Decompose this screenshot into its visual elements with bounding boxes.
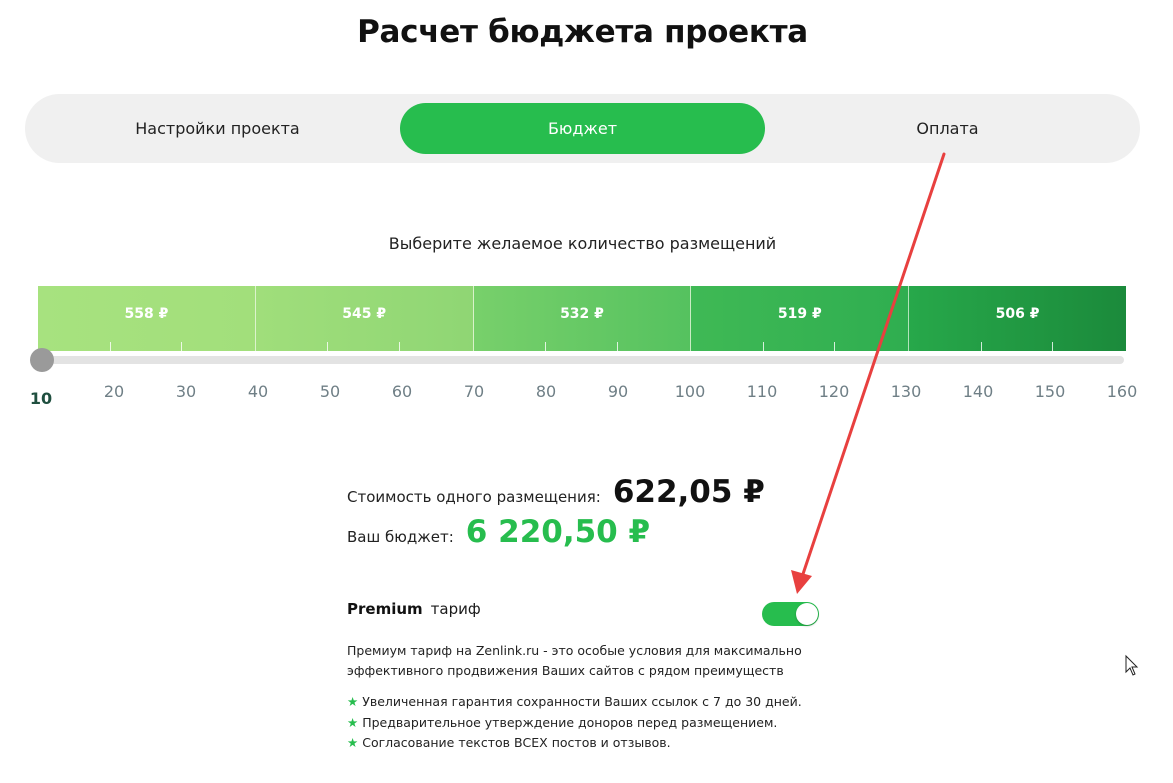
slider-label: 30: [175, 382, 197, 401]
tab-project-settings[interactable]: Настройки проекта: [35, 103, 400, 154]
slider-handle[interactable]: [30, 348, 54, 372]
slider-label: 20: [103, 382, 125, 401]
price-band-label: 519 ₽: [777, 305, 822, 322]
price-band[interactable]: 545 ₽: [255, 286, 474, 351]
star-icon: ★: [347, 735, 359, 750]
tab-bar: Настройки проекта Бюджет Оплата: [25, 94, 1140, 163]
page-title: Расчет бюджета проекта: [357, 14, 808, 50]
price-band-label: 558 ₽: [124, 305, 169, 322]
premium-toggle[interactable]: [762, 602, 819, 626]
star-icon: ★: [347, 694, 359, 709]
unit-cost-value: 622,05 ₽: [612, 474, 765, 510]
slider-label: 140: [962, 382, 994, 401]
price-band-label: 506 ₽: [995, 305, 1040, 322]
placements-subtitle: Выберите желаемое количество размещений: [388, 234, 777, 253]
unit-cost-label: Стоимость одного размещения:: [347, 488, 601, 506]
tab-payment[interactable]: Оплата: [765, 103, 1130, 154]
price-band[interactable]: 532 ₽: [473, 286, 692, 351]
slider-label: 160: [1106, 382, 1138, 401]
slider-label: 150: [1034, 382, 1066, 401]
feature-text: Увеличенная гарантия сохранности Ваших с…: [362, 694, 802, 709]
premium-name: Premium: [347, 600, 423, 618]
mouse-pointer-icon: [1125, 654, 1139, 676]
premium-description: Премиум тариф на Zenlink.ru - это особые…: [347, 641, 827, 681]
slider-label: 60: [391, 382, 413, 401]
slider-label: 90: [607, 382, 629, 401]
slider-label: 110: [746, 382, 778, 401]
budget-row: Ваш бюджет: 6 220,50 ₽: [347, 514, 650, 550]
feature-text: Предварительное утверждение доноров пере…: [362, 714, 778, 730]
red-arrow-annotation: [791, 152, 946, 594]
tab-budget[interactable]: Бюджет: [400, 103, 765, 154]
slider-label: 130: [890, 382, 922, 401]
price-band[interactable]: 506 ₽: [909, 286, 1126, 351]
price-band-label: 545 ₽: [342, 305, 387, 322]
feature-text: Согласование текстов ВСЕХ постов и отзыв…: [362, 735, 671, 750]
list-item: ★ Увеличенная гарантия сохранности Ваших …: [347, 692, 802, 713]
premium-features: ★ Увеличенная гарантия сохранности Ваших …: [347, 692, 802, 754]
premium-description-line: Премиум тариф на Zenlink.ru - это особые…: [347, 643, 802, 658]
price-band[interactable]: 558 ₽: [38, 286, 256, 351]
slider-label: 100: [674, 382, 706, 401]
slider-label: 40: [247, 382, 269, 401]
premium-heading: Premium тариф: [347, 600, 481, 618]
premium-suffix: тариф: [430, 600, 481, 618]
slider-label: 120: [818, 382, 850, 401]
premium-description-line: эффективного продвижения Ваших сайтов с …: [347, 663, 784, 678]
list-item: ★ Согласование текстов ВСЕХ постов и отзы…: [347, 733, 802, 754]
price-band[interactable]: 519 ₽: [691, 286, 910, 351]
unit-cost-row: Стоимость одного размещения: 622,05 ₽: [347, 474, 765, 510]
star-icon: ★: [347, 714, 359, 730]
price-band-label: 532 ₽: [560, 305, 604, 322]
slider-label: 80: [535, 382, 557, 401]
budget-label: Ваш бюджет:: [347, 528, 454, 546]
list-item: ★ Предварительное утверждение доноров пер…: [347, 713, 802, 734]
slider-label: 70: [463, 382, 485, 401]
slider-label: 10: [29, 389, 53, 408]
budget-value: 6 220,50 ₽: [465, 514, 651, 550]
slider-scale: 10 20 30 40 50 60 70 80 90 100 110 120 1…: [0, 382, 1173, 408]
price-bands: 558 ₽ 545 ₽ 532 ₽ 519 ₽ 506 ₽: [38, 286, 1126, 351]
toggle-knob: [796, 603, 818, 625]
slider-label: 50: [319, 382, 341, 401]
slider-track[interactable]: [40, 356, 1124, 364]
